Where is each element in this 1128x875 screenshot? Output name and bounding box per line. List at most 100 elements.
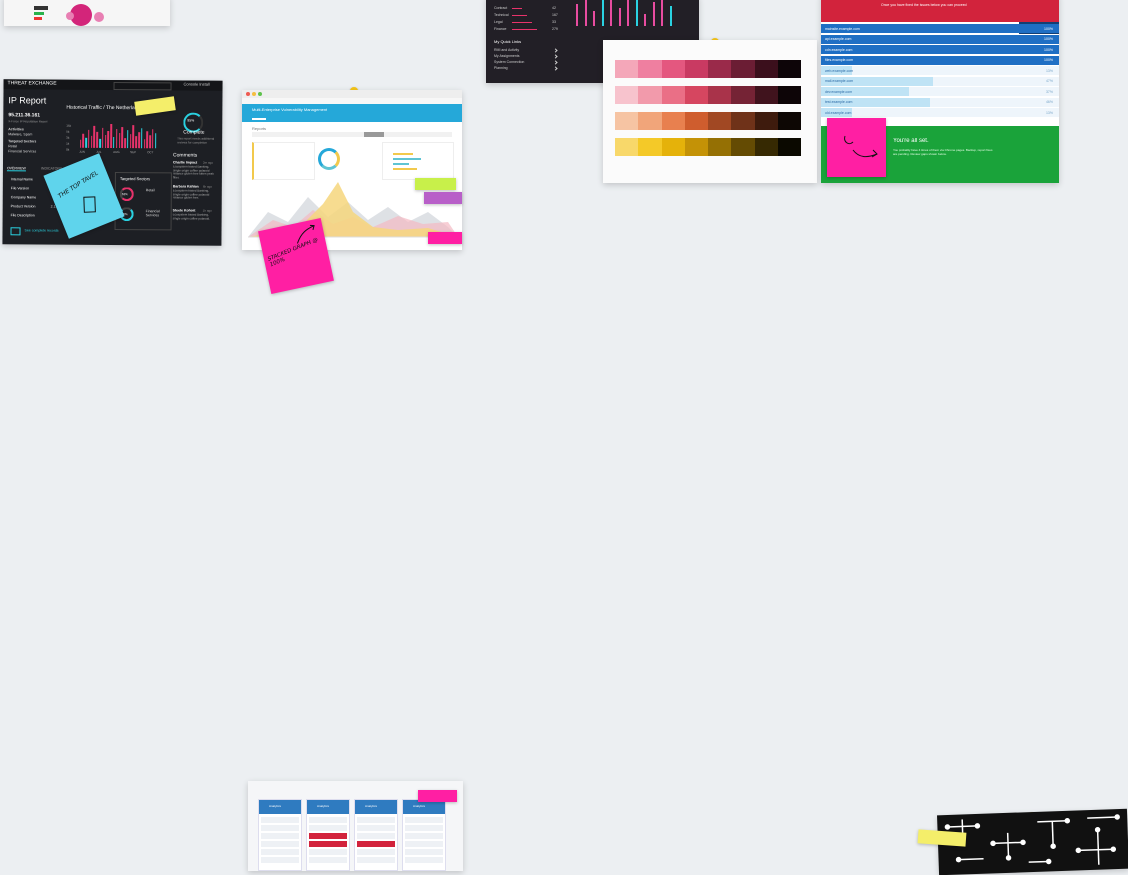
color-swatch[interactable] [638,138,662,156]
color-swatch[interactable] [754,138,778,156]
report-subtitle: X-Force IP Reputation Report [8,119,48,124]
footer-link[interactable]: See complete records [25,228,59,232]
mobile-list-row[interactable] [357,825,395,831]
color-swatch[interactable] [638,60,662,78]
mobile-list-row[interactable] [357,841,395,847]
traffic-bar [79,139,82,148]
color-swatch[interactable] [615,112,639,130]
mobile-list-row[interactable] [309,833,347,839]
color-swatch[interactable] [684,112,708,130]
color-swatch[interactable] [684,138,708,156]
color-swatch[interactable] [661,112,685,130]
mobile-list-row[interactable] [405,833,443,839]
mobile-list-row[interactable] [309,849,347,855]
mobile-list-row[interactable] [261,817,299,823]
mobile-list-row[interactable] [309,841,347,847]
metric-label: Finance [494,27,507,31]
color-swatch[interactable] [661,60,685,78]
window-minimize-icon[interactable] [252,92,256,96]
mobile-list-row[interactable] [357,849,395,855]
quick-links-list: RMI and Activity My Assignments System Con… [494,48,560,76]
color-swatch[interactable] [777,112,801,130]
quick-links-title: My Quick Links [494,39,522,44]
chevron-right-icon [553,66,558,71]
mobile-list-row[interactable] [357,817,395,823]
color-swatch[interactable] [754,60,778,78]
palette-row [615,86,801,104]
metric-bar [512,28,537,30]
color-swatch[interactable] [684,86,708,104]
color-swatch[interactable] [708,86,732,104]
mobile-list-row[interactable] [261,825,299,831]
quick-link[interactable]: My Assignments [494,54,519,58]
color-swatch[interactable] [754,112,778,130]
window-maximize-icon[interactable] [258,92,262,96]
color-swatch[interactable] [731,86,755,104]
metric-value: 279 [552,27,558,31]
ip-report-header: THREAT EXCHANGE Console Install [3,79,223,91]
color-swatch[interactable] [731,60,755,78]
metric-bar [512,7,522,9]
color-swatch[interactable] [615,138,639,156]
color-swatch[interactable] [615,86,639,104]
user-menu[interactable]: Console Install [184,81,210,86]
color-swatch[interactable] [777,86,801,104]
complete-pct: 95% [187,118,195,123]
traffic-bar [101,127,104,148]
color-swatch[interactable] [708,138,732,156]
comments-list: Charlie Impact 2m ago Ecosystem based Bank… [173,160,220,232]
mobile-list-row[interactable] [261,833,299,839]
mobile-list-row[interactable] [309,817,347,823]
field-label: Product Version [10,204,36,209]
color-swatch[interactable] [684,60,708,78]
traffic-bar [85,137,87,148]
mobile-list-row[interactable] [261,841,299,847]
domain-pct: 13% [1045,68,1053,73]
color-swatch[interactable] [754,86,778,104]
mobile-list-row[interactable] [261,857,299,863]
mobile-list-row[interactable] [405,817,443,823]
quick-link[interactable]: System Connection [494,60,524,64]
mobile-list-row[interactable] [405,857,443,863]
color-swatch[interactable] [661,86,685,104]
color-swatch[interactable] [638,112,662,130]
color-swatch[interactable] [615,60,639,78]
chevron-right-icon [553,48,558,53]
traffic-bar [110,123,112,148]
color-swatch[interactable] [731,138,755,156]
palette-row [615,60,801,78]
mobile-list-row[interactable] [261,849,299,855]
mobile-list-row[interactable] [405,841,443,847]
mobile-list-row[interactable] [309,857,347,863]
color-swatch[interactable] [731,112,755,130]
traffic-bar [126,130,129,149]
chart-bar [652,2,655,26]
traffic-title: Historical Traffic / The Netherlands [66,104,143,112]
domain-row-bg [821,66,1059,75]
mobile-header-title: Analytics [269,804,282,808]
color-swatch[interactable] [638,86,662,104]
mobile-list-row[interactable] [405,825,443,831]
tab-overview[interactable]: OVERVIEW [6,166,26,172]
color-swatch[interactable] [661,138,685,156]
phone-doodle-icon [83,196,96,213]
mobile-list-row[interactable] [357,857,395,863]
color-swatch[interactable] [708,60,732,78]
header-search-input[interactable] [113,82,172,91]
color-swatch[interactable] [777,60,801,78]
mobile-list-row[interactable] [309,825,347,831]
quick-link[interactable]: RMI and Activity [494,48,519,52]
filter-active[interactable] [364,132,384,137]
color-swatch[interactable] [708,112,732,130]
domain-name: mainsite.example.com [825,26,860,31]
metric-label: Technical [494,13,509,17]
quick-link[interactable]: Planning [494,66,508,70]
y-tick-label: 1k [66,141,70,146]
color-swatch[interactable] [777,138,801,156]
mobile-list-row[interactable] [405,849,443,855]
window-close-icon[interactable] [246,92,250,96]
domain-name: files.example.com [825,58,854,62]
mobile-list-row[interactable] [357,833,395,839]
traffic-bar [149,135,151,149]
metric-bar [512,14,527,16]
